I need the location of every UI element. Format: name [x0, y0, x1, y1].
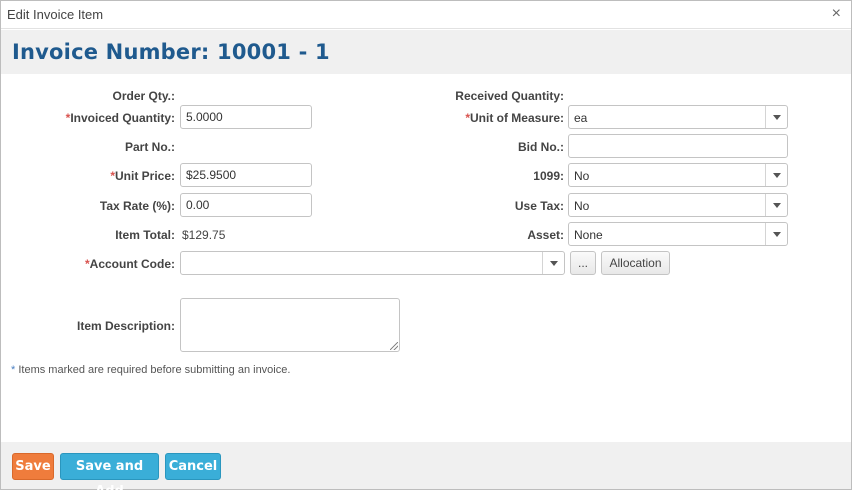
tax-rate-label: Tax Rate (%):	[99, 199, 175, 213]
dialog-footer: Save Save and Add Cancel	[1, 442, 851, 499]
bid-no-label: Bid No.:	[518, 140, 564, 154]
unit-price-label-text: Unit Price:	[114, 169, 175, 183]
item-description-wrapper	[180, 298, 400, 352]
account-code-label: *Account Code:	[85, 257, 175, 271]
dialog-title: Edit Invoice Item	[7, 7, 104, 22]
close-icon[interactable]: ×	[832, 6, 841, 22]
item-total-value: $129.75	[182, 228, 226, 242]
chevron-down-icon[interactable]	[765, 164, 787, 186]
unit-price-input[interactable]	[180, 163, 312, 187]
invoiced-qty-label-text: Invoiced Quantity:	[70, 111, 175, 125]
part-no-label: Part No.:	[124, 140, 175, 154]
allocation-button[interactable]: Allocation	[601, 251, 670, 275]
form-1099-select[interactable]: No	[568, 163, 788, 187]
use-tax-select[interactable]: No	[568, 193, 788, 217]
account-code-label-text: Account Code:	[89, 257, 175, 271]
item-description-textarea[interactable]	[180, 298, 400, 352]
asset-select[interactable]: None	[568, 222, 788, 246]
item-description-label: Item Description:	[76, 319, 175, 333]
chevron-down-icon[interactable]	[765, 194, 787, 216]
edit-invoice-item-dialog: Edit Invoice Item × Invoice Number: 1000…	[0, 0, 852, 499]
dialog-titlebar: Edit Invoice Item ×	[1, 1, 851, 29]
chevron-down-icon[interactable]	[542, 252, 564, 274]
note-text: Items marked are required before submitt…	[15, 364, 291, 376]
chevron-down-icon[interactable]	[765, 106, 787, 128]
save-button[interactable]: Save	[12, 453, 54, 480]
chevron-down-icon[interactable]	[765, 223, 787, 245]
use-tax-label: Use Tax:	[514, 199, 564, 213]
unit-of-measure-label: *Unit of Measure:	[465, 111, 564, 125]
use-tax-value: No	[574, 199, 590, 213]
asset-value: None	[574, 228, 603, 242]
order-qty-label: Order Qty.:	[112, 89, 175, 103]
form-1099-label: 1099:	[533, 169, 564, 183]
bid-no-input[interactable]	[568, 134, 788, 158]
unit-of-measure-select[interactable]: ea	[568, 105, 788, 129]
invoiced-qty-label: *Invoiced Quantity:	[66, 111, 175, 125]
received-qty-label: Received Quantity:	[455, 89, 564, 103]
save-and-add-button[interactable]: Save and Add	[60, 453, 159, 499]
unit-of-measure-value: ea	[574, 111, 588, 125]
page-header: Invoice Number: 10001 - 1	[1, 30, 851, 74]
invoiced-qty-input[interactable]	[180, 105, 312, 129]
tax-rate-input[interactable]	[180, 193, 312, 217]
unit-of-measure-label-text: Unit of Measure:	[469, 111, 564, 125]
item-total-label: Item Total:	[115, 228, 175, 242]
account-code-select[interactable]	[180, 251, 565, 275]
page-title: Invoice Number: 10001 - 1	[12, 40, 330, 64]
asset-label: Asset:	[527, 228, 564, 242]
required-note: * Items marked are required before submi…	[11, 364, 290, 376]
form-1099-value: No	[574, 169, 590, 183]
cancel-button[interactable]: Cancel	[165, 453, 221, 480]
account-code-browse-button[interactable]: ...	[570, 251, 596, 275]
unit-price-label: *Unit Price:	[110, 169, 175, 183]
resize-grip-icon[interactable]	[390, 342, 398, 350]
